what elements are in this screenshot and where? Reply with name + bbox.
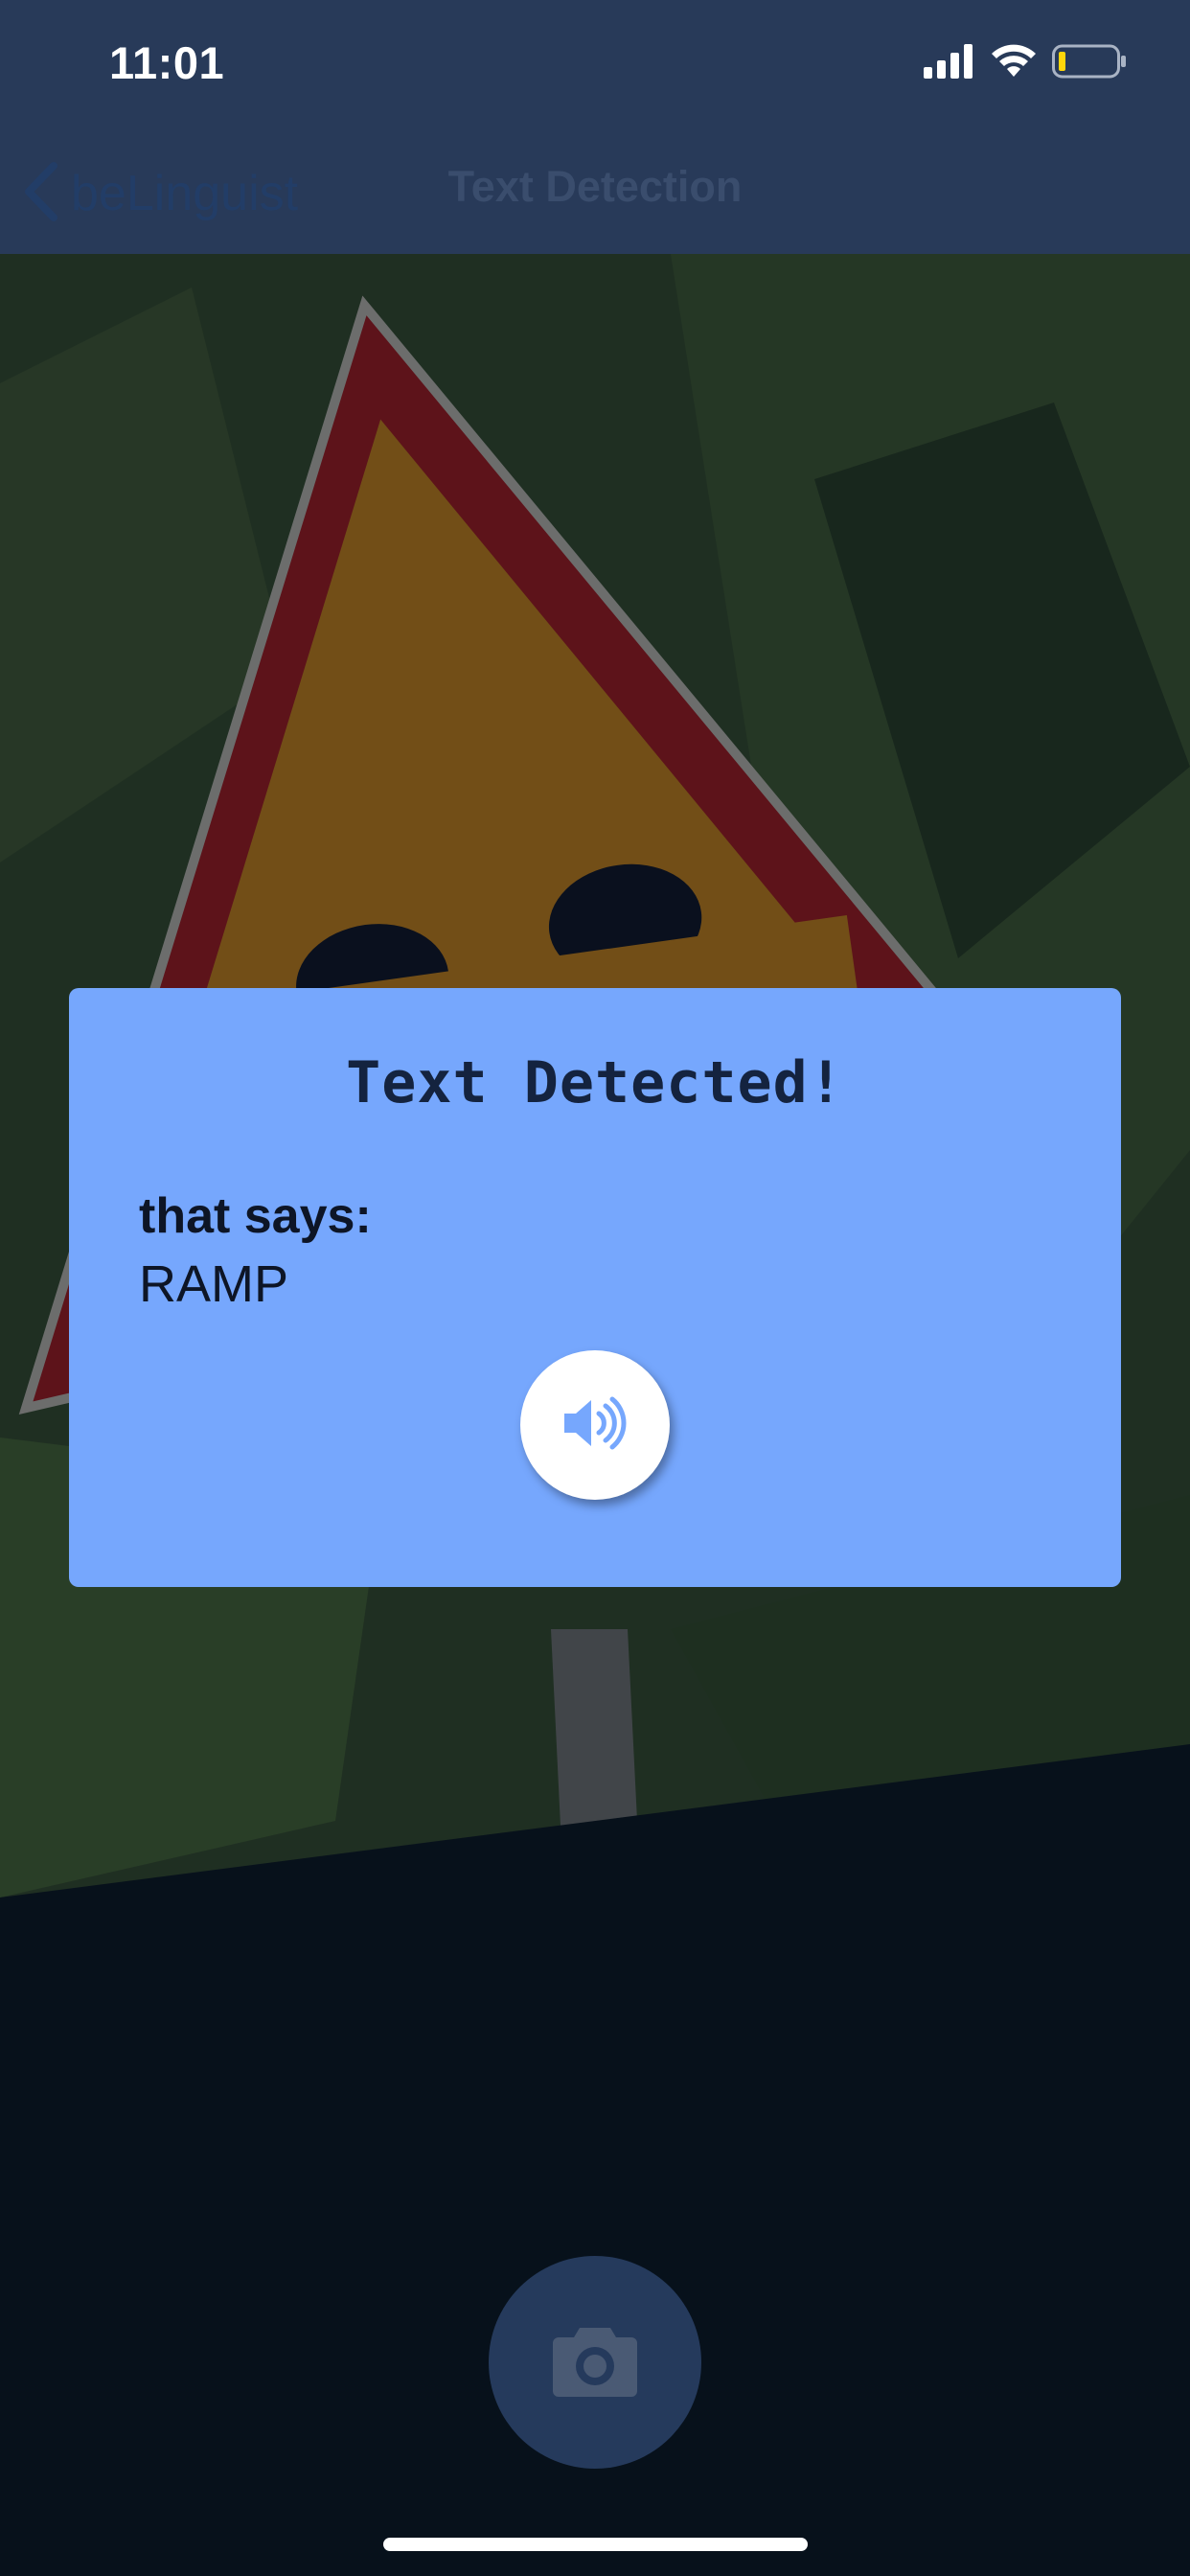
speaker-icon (561, 1394, 629, 1457)
status-time: 11:01 (109, 37, 225, 88)
top-bars: 11:01 beLinguist Text Detection (0, 0, 1190, 254)
page-title: Text Detection (447, 162, 743, 211)
screen: 11:01 beLinguist Text Detection Text Det… (0, 0, 1190, 2576)
status-icons (924, 43, 1127, 83)
wifi-icon (991, 44, 1037, 83)
speak-button[interactable] (520, 1350, 670, 1500)
navigation-bar: beLinguist Text Detection (0, 129, 1190, 254)
status-bar: 11:01 (0, 0, 1190, 129)
battery-icon (1052, 44, 1127, 83)
detected-text-label: that says: (139, 1188, 372, 1244)
home-indicator[interactable] (383, 2538, 808, 2551)
modal-title: Text Detected! (346, 1049, 844, 1116)
signal-icon (924, 43, 975, 83)
camera-icon (551, 2322, 639, 2404)
camera-capture-button[interactable] (489, 2256, 701, 2469)
text-detected-modal: Text Detected! that says: RAMP (69, 988, 1121, 1587)
detected-text-value: RAMP (139, 1255, 289, 1313)
